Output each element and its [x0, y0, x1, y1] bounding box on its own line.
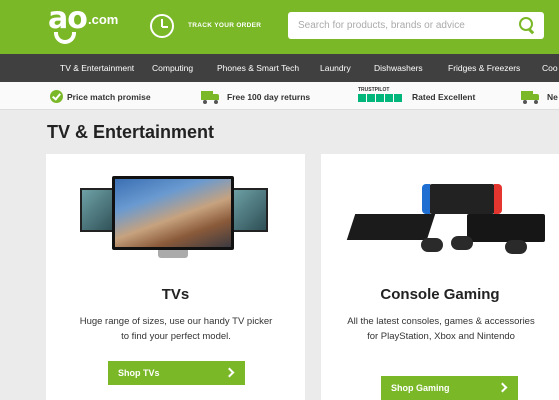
promo-bar: Price match promise Free 100 day returns…: [0, 82, 559, 110]
promo-label: Free 100 day returns: [227, 92, 311, 102]
site-header: ao .com TRACK YOUR ORDER: [0, 0, 559, 54]
page-title: TV & Entertainment: [47, 122, 215, 142]
card-title: TVs: [161, 286, 190, 303]
card-title: Console Gaming: [380, 286, 500, 303]
chevron-right-icon: [497, 382, 508, 393]
truck-icon: [521, 91, 540, 104]
track-order-link[interactable]: TRACK YOUR ORDER: [150, 14, 280, 40]
promo-label: Price match promise: [67, 92, 151, 102]
consoles-image: [346, 178, 547, 258]
search-icon[interactable]: [519, 17, 536, 34]
promo-label: Rated Excellent: [412, 92, 476, 102]
card-description: All the latest consoles, games & accesso…: [347, 316, 535, 342]
nav-item-fridges-freezers[interactable]: Fridges & Freezers: [448, 63, 520, 73]
chevron-right-icon: [224, 367, 235, 378]
ao-logo[interactable]: ao .com: [48, 4, 128, 48]
nav-item-laundry[interactable]: Laundry: [320, 63, 351, 73]
search-bar: [288, 12, 544, 39]
category-card-tvs[interactable]: TVs Huge range of sizes, use our handy T…: [46, 154, 305, 400]
truck-icon: [201, 91, 220, 104]
trustpilot-badge: TRUSTPILOT: [358, 87, 390, 93]
shop-tvs-button[interactable]: Shop TVs: [108, 361, 245, 385]
nav-item-cooking[interactable]: Coo: [542, 63, 558, 73]
promo-label: Ne: [547, 92, 558, 102]
shop-gaming-button[interactable]: Shop Gaming: [381, 376, 518, 400]
trustpilot-stars-icon: [358, 94, 402, 102]
check-circle-icon: [50, 90, 63, 103]
nav-item-dishwashers[interactable]: Dishwashers: [374, 63, 423, 73]
track-order-label: TRACK YOUR ORDER: [188, 22, 262, 29]
logo-suffix: .com: [88, 12, 119, 27]
category-card-console-gaming[interactable]: Console Gaming All the latest consoles, …: [321, 154, 559, 400]
logo-smile-icon: [54, 32, 76, 44]
nav-item-phones-smart-tech[interactable]: Phones & Smart Tech: [217, 63, 299, 73]
nav-item-computing[interactable]: Computing: [152, 63, 193, 73]
clock-icon: [150, 14, 174, 38]
nav-item-tv-entertainment[interactable]: TV & Entertainment: [60, 63, 134, 73]
category-nav: TV & Entertainment Computing Phones & Sm…: [0, 54, 559, 82]
trustpilot-icon: TRUSTPILOT: [358, 87, 402, 105]
search-input[interactable]: [288, 12, 516, 39]
cta-label: Shop Gaming: [391, 383, 450, 393]
logo-text: ao: [48, 1, 88, 36]
card-description: Huge range of sizes, use our handy TV pi…: [79, 316, 273, 342]
cta-label: Shop TVs: [118, 368, 160, 378]
tvs-image: [80, 172, 268, 268]
